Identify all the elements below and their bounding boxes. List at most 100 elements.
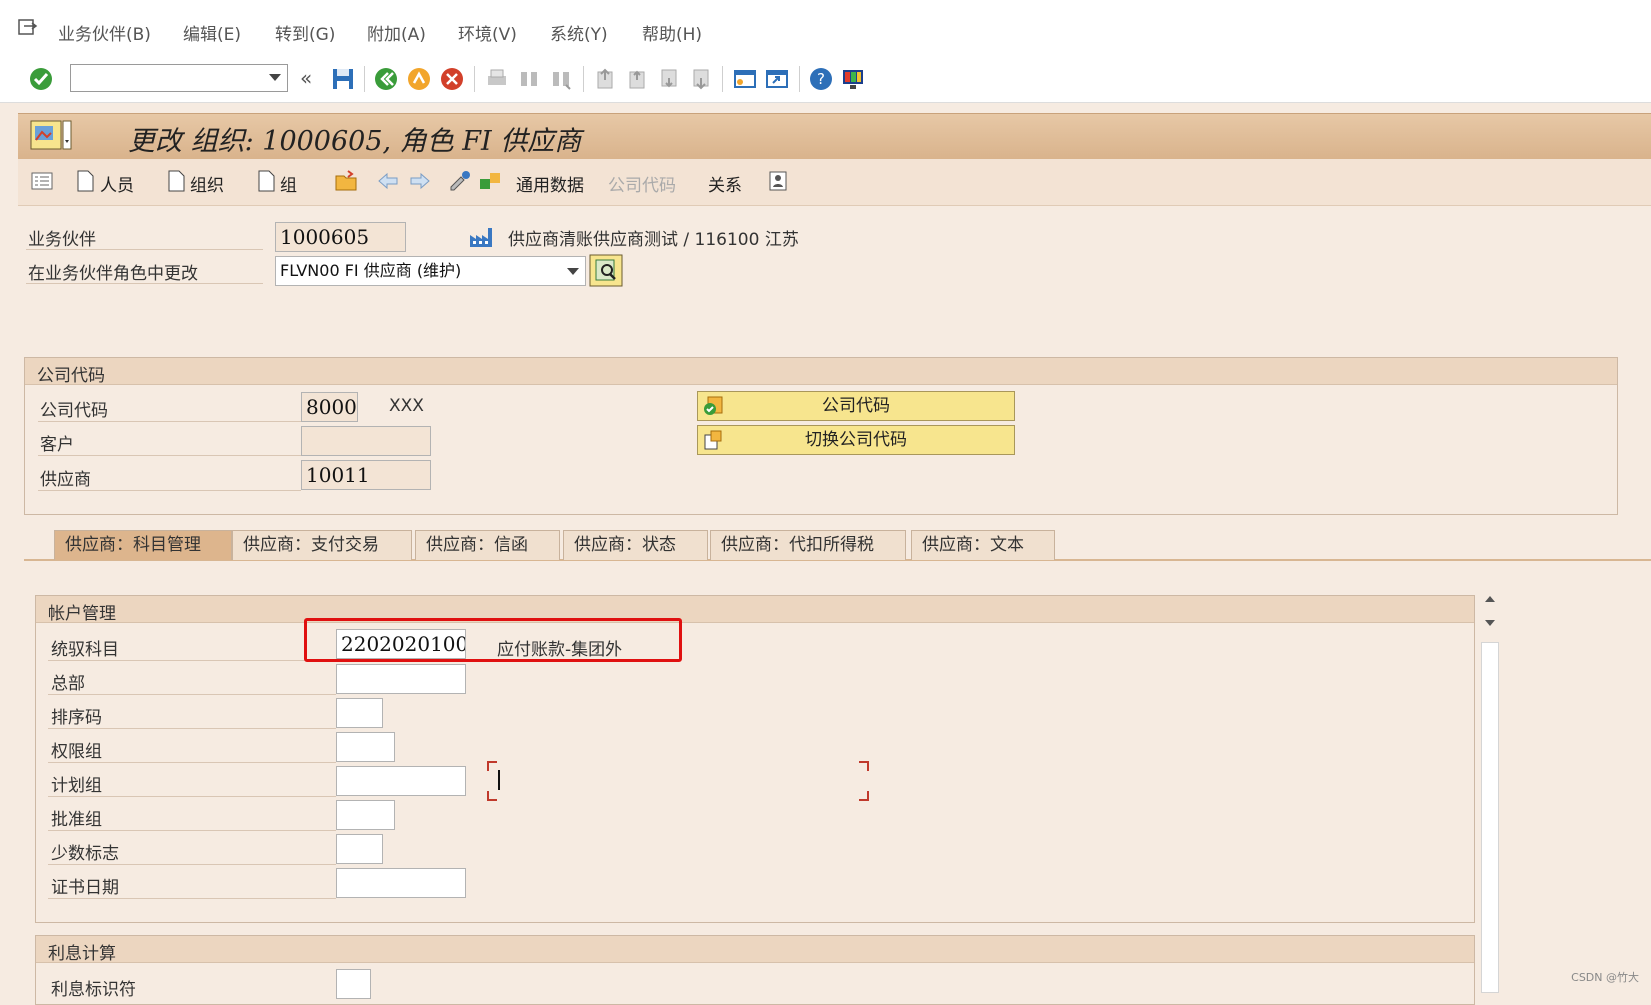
group-header: 公司代码 [25,358,1617,386]
company-code-field[interactable]: 8000 [301,392,358,422]
scrollbar-track[interactable] [1481,642,1499,993]
company-code-toolbar-button[interactable]: 公司代码 [608,171,676,196]
menu-extras[interactable]: 附加(A) [367,20,426,45]
cancel-icon[interactable] [439,66,465,92]
tab-correspondence[interactable]: 供应商：信函 [415,530,560,560]
label-underline [48,762,336,763]
business-partner-field[interactable]: 1000605 [275,222,406,252]
scroll-down-icon[interactable] [1483,618,1497,628]
label-underline [48,864,336,865]
new-document-icon[interactable] [254,169,278,193]
label-underline [38,490,301,491]
certificate-date-label: 证书日期 [51,878,119,898]
menu-environment[interactable]: 环境(V) [458,20,517,45]
relations-button[interactable]: 关系 [708,171,742,196]
new-document-icon[interactable] [73,169,97,193]
company-code-button[interactable]: 公司代码 [697,391,1015,421]
business-partner-label: 业务伙伴 [28,230,96,250]
selection-corner [487,791,497,801]
customize-layout-icon[interactable] [840,66,866,92]
organization-button[interactable]: 组织 [190,171,224,196]
arrow-right-icon[interactable] [408,169,432,193]
save-icon[interactable] [330,66,356,92]
prev-page-icon[interactable] [624,66,650,92]
authorization-group-field[interactable] [336,732,395,762]
switch-icon[interactable] [478,169,502,193]
customer-field[interactable] [301,426,431,456]
list-icon[interactable] [30,169,54,193]
label-underline [26,283,263,284]
chevron-down-icon[interactable] [567,268,579,275]
shortcut-icon[interactable] [764,66,790,92]
role-dropdown[interactable]: FLVN00 FI 供应商 (维护) [275,256,586,286]
factory-icon [470,228,492,247]
separator [799,66,800,92]
head-office-field[interactable] [336,664,466,694]
highlight-box [304,618,682,662]
find-icon[interactable] [516,66,542,92]
planning-group-label: 计划组 [51,776,102,796]
tab-text[interactable]: 供应商：文本 [911,530,1055,560]
menu-edit[interactable]: 编辑(E) [183,20,241,45]
head-office-label: 总部 [51,674,85,694]
double-chevron-left-icon[interactable]: « [300,66,312,90]
selection-corner [859,791,869,801]
vertical-scrollbar[interactable] [1479,590,1501,993]
chevron-down-icon[interactable] [269,74,281,81]
menu-goto[interactable]: 转到(G) [275,20,335,45]
interest-indicator-label: 利息标识符 [51,980,136,1000]
find-next-icon[interactable] [548,66,574,92]
enter-check-icon[interactable] [28,66,54,92]
help-icon[interactable]: ? [808,66,834,92]
authorization-group-label: 权限组 [51,742,102,762]
scroll-up-icon[interactable] [1483,594,1497,604]
switch-company-code-button[interactable]: 切换公司代码 [697,425,1015,455]
business-partner-description: 供应商清账供应商测试 / 116100 江苏 [508,230,799,250]
planning-group-field[interactable] [336,766,466,796]
separator [722,66,723,92]
release-group-label: 批准组 [51,810,102,830]
back-icon[interactable] [373,66,399,92]
menu-system[interactable]: 系统(Y) [550,20,608,45]
print-icon[interactable] [484,66,510,92]
menu-business-partner[interactable]: 业务伙伴(B) [58,20,151,45]
last-page-icon[interactable] [688,66,714,92]
label-underline [48,728,336,729]
label-underline [48,796,336,797]
relationship-icon[interactable] [766,169,790,193]
selection-corner [487,761,497,771]
next-page-icon[interactable] [656,66,682,92]
interest-indicator-field[interactable] [336,969,371,999]
check-document-icon [704,396,723,415]
open-folder-icon[interactable] [334,169,358,193]
label-underline [48,830,336,831]
exit-icon[interactable] [406,66,432,92]
first-page-icon[interactable] [592,66,618,92]
menu-help[interactable]: 帮助(H) [642,20,702,45]
tab-account-management[interactable]: 供应商：科目管理 [54,530,232,560]
person-button[interactable]: 人员 [100,171,134,196]
group-header: 利息计算 [36,936,1474,964]
release-group-field[interactable] [336,800,395,830]
role-search-icon[interactable] [589,254,623,287]
sort-key-field[interactable] [336,698,383,728]
screen-menu-icon[interactable] [30,120,72,150]
new-document-icon[interactable] [164,169,188,193]
command-field[interactable] [70,64,288,92]
arrow-left-icon[interactable] [376,169,400,193]
vendor-field[interactable]: 10011 [301,460,431,490]
text-cursor [498,770,500,790]
display-change-icon[interactable] [448,169,472,193]
separator [474,66,475,92]
tab-withholding-tax[interactable]: 供应商：代扣所得税 [710,530,906,560]
tab-payment-transactions[interactable]: 供应商：支付交易 [232,530,412,560]
standard-toolbar: « ? [0,56,1651,103]
new-session-icon[interactable] [732,66,758,92]
group-button[interactable]: 组 [280,171,297,196]
certificate-date-field[interactable] [336,868,466,898]
minority-indicator-field[interactable] [336,834,383,864]
menu-icon[interactable] [18,18,38,36]
svg-text:?: ? [817,70,825,88]
tab-status[interactable]: 供应商：状态 [563,530,708,560]
general-data-button[interactable]: 通用数据 [516,171,584,196]
